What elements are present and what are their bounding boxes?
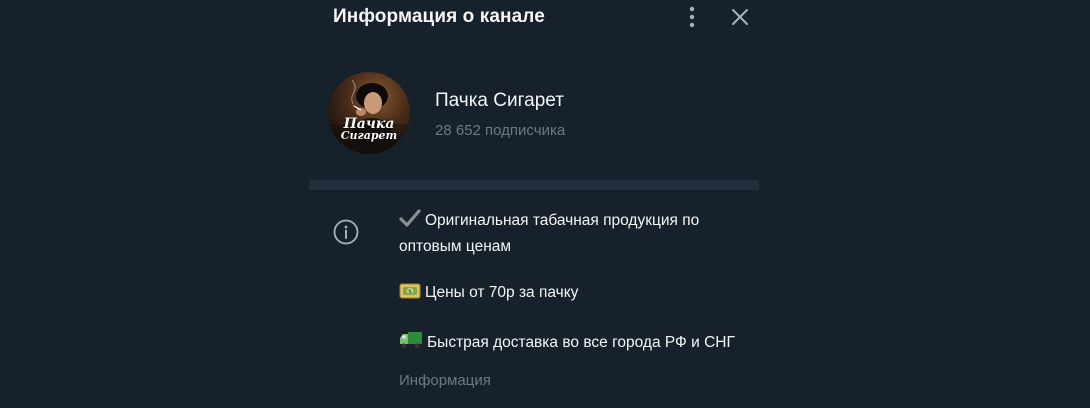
subscriber-count: 28 652 подписчика [435, 122, 566, 139]
panel-header: Информация о канале [309, 0, 759, 36]
description-paragraph-2: $ Цены от 70р за пачку [399, 281, 749, 307]
channel-info-panel: Информация о канале Пачка Сигарет Пачка … [309, 0, 759, 408]
dollar-banknote-icon: $ [399, 282, 421, 307]
panel-title: Информация о канале [333, 6, 545, 27]
close-icon[interactable] [729, 5, 751, 29]
info-icon [333, 219, 359, 245]
delivery-truck-icon [399, 330, 423, 357]
check-mark-icon [399, 208, 421, 235]
avatar-logo-text: Пачка Сигарет [340, 116, 398, 142]
description-caption: Информация [399, 372, 491, 389]
channel-profile: Пачка Сигарет Пачка Сигарет 28 652 подпи… [309, 60, 759, 180]
more-vertical-icon[interactable] [681, 5, 703, 29]
channel-description: Оригинальная табачная продукция по оптов… [399, 208, 749, 357]
channel-name: Пачка Сигарет [435, 90, 564, 111]
section-divider [309, 180, 759, 190]
description-paragraph-3: Быстрая доставка во все города РФ и СНГ [399, 330, 749, 357]
description-paragraph-1: Оригинальная табачная продукция по оптов… [399, 208, 749, 258]
svg-text:$: $ [408, 288, 412, 295]
channel-avatar[interactable]: Пачка Сигарет [328, 72, 410, 154]
